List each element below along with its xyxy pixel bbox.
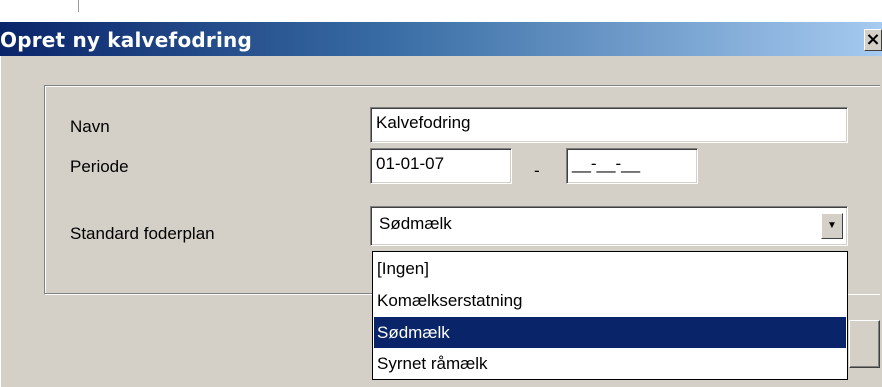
name-input[interactable]: Kalvefodring xyxy=(370,107,848,143)
plan-label: Standard foderplan xyxy=(70,224,215,243)
group-frame-shadow xyxy=(44,293,374,294)
period-to-input[interactable]: __-__-__ xyxy=(566,148,698,184)
dropdown-option-soedmaelk[interactable]: Sødmælk xyxy=(374,317,846,348)
dropdown-option-syrnet-raamaelk[interactable]: Syrnet råmælk xyxy=(374,348,846,379)
dropdown-option-ingen[interactable]: [Ingen] xyxy=(374,253,846,284)
dropdown-arrow-button[interactable]: ▼ xyxy=(821,213,843,239)
plan-combobox[interactable]: Sødmælk ▼ xyxy=(370,206,848,246)
plan-dropdown-list: [Ingen] Komælkserstatning Sødmælk Syrnet… xyxy=(372,251,848,380)
background-divider xyxy=(78,0,79,12)
title-bar[interactable]: Opret ny kalvefodring xyxy=(0,22,882,56)
partially-hidden-button[interactable] xyxy=(849,320,880,368)
close-button[interactable]: × xyxy=(864,29,882,51)
period-separator: - xyxy=(534,161,540,180)
period-label: Periode xyxy=(70,157,129,176)
name-label: Navn xyxy=(70,117,110,136)
period-from-input[interactable]: 01-01-07 xyxy=(370,148,512,184)
period-from-value: 01-01-07 xyxy=(376,154,445,173)
name-input-value: Kalvefodring xyxy=(376,113,471,132)
plan-combobox-value: Sødmælk xyxy=(379,214,452,233)
period-to-value: __-__-__ xyxy=(572,154,641,173)
window-title: Opret ny kalvefodring xyxy=(0,28,252,52)
chevron-down-icon: ▼ xyxy=(827,220,837,231)
background-strip xyxy=(0,0,882,22)
dropdown-option-komaelkserstatning[interactable]: Komælkserstatning xyxy=(374,285,846,316)
close-icon: × xyxy=(865,29,881,50)
